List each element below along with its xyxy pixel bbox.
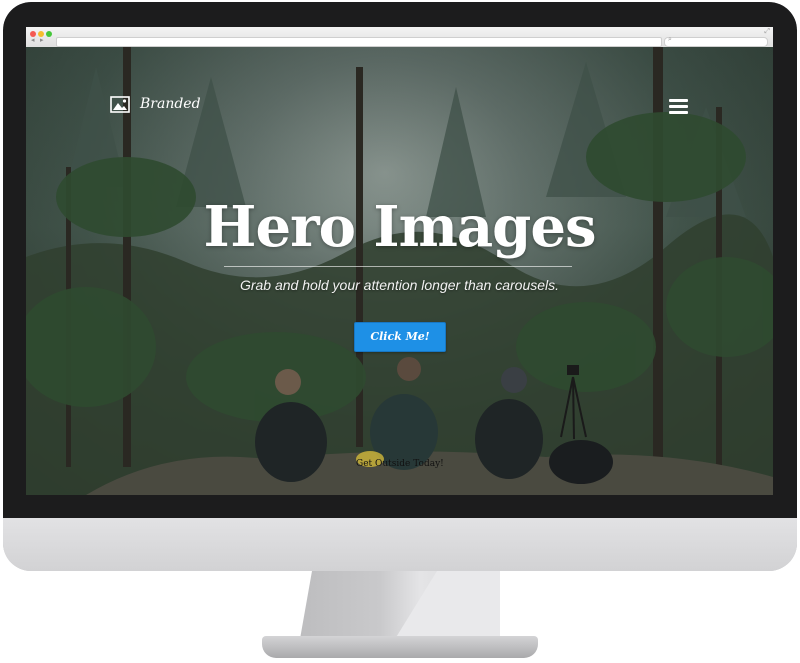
hero-section: Branded Hero Images Grab and hold your a…: [26, 47, 773, 495]
browser-search-field[interactable]: ⌕: [664, 36, 768, 47]
click-me-button[interactable]: Click Me!: [354, 322, 446, 352]
back-arrow-icon[interactable]: ◂: [31, 37, 35, 45]
hero-title: Hero Images: [203, 194, 597, 260]
forest-photo: [26, 47, 773, 495]
hero-subtitle: Grab and hold your attention longer than…: [239, 277, 560, 293]
brand-name[interactable]: Branded: [140, 96, 201, 112]
forward-arrow-icon[interactable]: ▸: [40, 37, 44, 45]
hero-divider: [224, 266, 572, 267]
window-maximize-dot[interactable]: [46, 31, 52, 37]
browser-toolbar: ◂ ▸ ⌕ ⤢: [26, 27, 773, 48]
monitor-stand-base: [262, 636, 538, 658]
monitor-screen: ◂ ▸ ⌕ ⤢ Branded Hero Images Grab and hol…: [26, 27, 773, 495]
monitor-chin: [3, 518, 797, 571]
hamburger-menu-icon[interactable]: [669, 99, 688, 115]
address-bar[interactable]: [56, 37, 662, 47]
search-icon: ⌕: [668, 36, 672, 43]
image-icon[interactable]: [110, 96, 130, 113]
expand-icon[interactable]: ⤢: [764, 28, 770, 36]
photo-caption: Get Outside Today!: [356, 459, 444, 469]
